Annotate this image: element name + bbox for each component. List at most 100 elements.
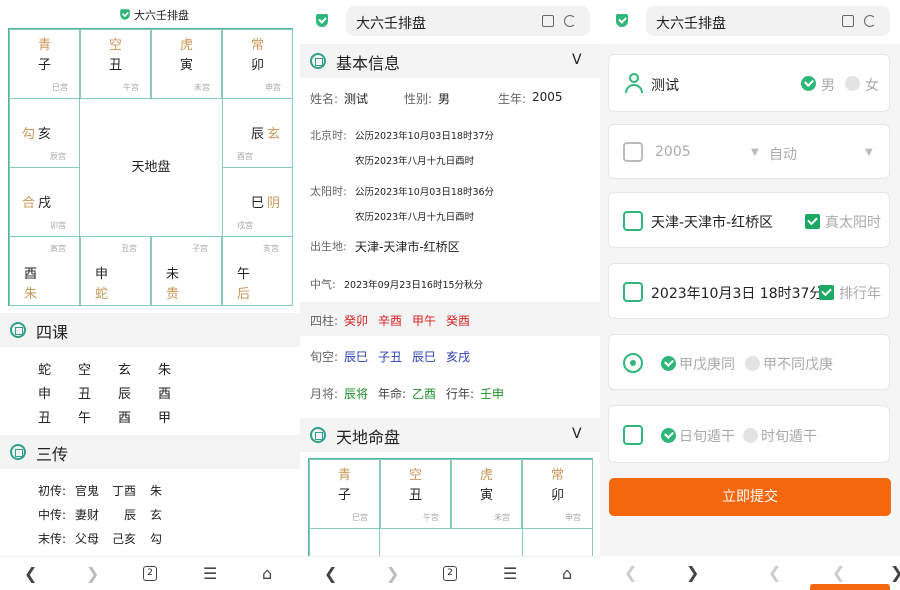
- name-input[interactable]: 测试: [651, 75, 679, 95]
- back-icon[interactable]: ❮: [624, 563, 637, 582]
- menu-icon[interactable]: ☰: [203, 564, 217, 583]
- sizhu-row: 四柱: 癸卯 辛酉 甲午 癸酉: [300, 302, 600, 336]
- sizhu-day: 甲午: [412, 314, 437, 328]
- bookmark-add-icon[interactable]: [842, 15, 854, 27]
- sike-cell: 甲: [158, 411, 172, 426]
- god-label: 虎: [179, 38, 193, 53]
- palace-label: 卯宫: [50, 221, 66, 230]
- forward-icon[interactable]: ❯: [890, 563, 900, 582]
- palace-label: 子宫: [192, 244, 208, 253]
- pane-input-form: 大六壬排盘 测试 男 女 2005 ▼ 自动 ▼ 天津-天津市-红桥区 真太阳时…: [600, 0, 900, 590]
- option-hour-dungan-radio[interactable]: [743, 428, 758, 443]
- forward-icon[interactable]: ❯: [86, 564, 99, 583]
- xunkong-1: 辰巳: [344, 350, 369, 364]
- branch-label: 辰: [251, 127, 265, 142]
- xunkong-2: 子丑: [378, 350, 403, 364]
- back-icon[interactable]: ❮: [768, 563, 781, 582]
- sanchuan-label: 末传:: [38, 532, 67, 546]
- board-cell: 虎寅未宫: [451, 459, 522, 529]
- sike-cell: 午: [78, 411, 92, 426]
- sike-cell: 空: [78, 363, 92, 378]
- name-label: 姓名:: [310, 92, 339, 106]
- sizhu-label: 四柱:: [310, 314, 339, 328]
- pan-header[interactable]: 天地命盘 V: [300, 418, 600, 452]
- board-cell: 常卯申宫: [522, 459, 593, 529]
- nianming-label: 年命:: [378, 387, 407, 401]
- back-icon[interactable]: ❮: [24, 564, 37, 583]
- home-icon[interactable]: ⌂: [562, 564, 572, 583]
- god-label: 玄: [267, 127, 281, 142]
- shield-icon: [616, 14, 628, 27]
- god-label: 蛇: [94, 287, 108, 302]
- branch-label: 丑: [408, 488, 422, 503]
- pan-title: 天地命盘: [336, 428, 401, 447]
- palace-label: 未宫: [194, 83, 210, 92]
- true-sun-checkbox[interactable]: [805, 214, 820, 229]
- tabs-button[interactable]: 2: [443, 566, 457, 581]
- palace-label: 亥宫: [263, 244, 279, 253]
- board-cell: 空丑午宫: [80, 29, 151, 99]
- female-radio[interactable]: [845, 76, 860, 91]
- target-icon: [623, 353, 643, 373]
- bottom-nav: ❮ ❯ 2 ☰ ⌂: [0, 556, 300, 590]
- option-card-1: 甲戊庚同 甲不同戊庚: [608, 334, 890, 390]
- name-value: 测试: [344, 92, 369, 106]
- place-input[interactable]: 天津-天津市-红桥区: [651, 212, 773, 232]
- palace-label: 巳宫: [352, 513, 368, 522]
- sizhu-hour: 癸酉: [446, 314, 471, 328]
- collapse-chevron-icon[interactable]: V: [572, 426, 582, 442]
- home-icon[interactable]: ⌂: [262, 564, 272, 583]
- sanchuan-header: 三传: [0, 435, 300, 469]
- palace-label: 戌宫: [237, 221, 253, 230]
- sike-cell: 蛇: [38, 363, 52, 378]
- row-year-checkbox[interactable]: [819, 285, 834, 300]
- submit-button[interactable]: 立即提交: [609, 478, 891, 516]
- option-jiawu-diff-radio[interactable]: [745, 356, 760, 371]
- option-jiawu-same-radio[interactable]: [661, 356, 676, 371]
- god-label: 常: [250, 38, 264, 53]
- basic-info-header[interactable]: 基本信息 V: [300, 44, 600, 78]
- god-label: 虎: [479, 468, 493, 483]
- forward-icon[interactable]: ❯: [686, 563, 699, 582]
- chevron-down-icon[interactable]: ▼: [751, 147, 759, 158]
- collapse-chevron-icon[interactable]: V: [572, 52, 582, 68]
- bagua-icon: [310, 53, 326, 69]
- sike-cell: 酉: [118, 411, 132, 426]
- option-day-dungan-radio[interactable]: [661, 428, 676, 443]
- sike-cell: 丑: [38, 411, 52, 426]
- bagua-icon: [10, 444, 26, 460]
- tabs-button[interactable]: 2: [143, 566, 157, 581]
- refresh-icon[interactable]: [864, 15, 876, 27]
- forward-icon[interactable]: ❯: [386, 564, 399, 583]
- address-bar[interactable]: 大六壬排盘: [346, 6, 590, 36]
- god-label: 勾: [22, 127, 36, 142]
- mode-select[interactable]: 自动: [769, 144, 797, 164]
- board-cell: 虎寅未宫: [151, 29, 222, 99]
- menu-icon[interactable]: ☰: [503, 564, 517, 583]
- branch-label: 卯: [550, 488, 564, 503]
- top-title-bar: 大六壬排盘: [0, 0, 300, 28]
- bookmark-add-icon[interactable]: [542, 15, 554, 27]
- name-card: 测试 男 女: [608, 54, 890, 112]
- chevron-down-icon[interactable]: ▼: [865, 147, 873, 158]
- male-radio[interactable]: [801, 76, 816, 91]
- back-icon[interactable]: ❮: [832, 563, 845, 582]
- birthplace-value: 天津-天津市-红桥区: [355, 240, 460, 254]
- bagua-icon: [310, 427, 326, 443]
- back-icon[interactable]: ❮: [324, 564, 337, 583]
- branch-label: 子: [37, 58, 51, 73]
- datetime-input[interactable]: 2023年10月3日 18时37分: [651, 283, 823, 303]
- year-select[interactable]: 2005: [655, 144, 691, 160]
- zhongqi-label: 中气:: [310, 278, 336, 291]
- sike-cell: 玄: [118, 363, 132, 378]
- sanchuan-rel: 父母: [75, 532, 100, 546]
- god-label: 合: [22, 196, 36, 211]
- god-label: 空: [408, 468, 422, 483]
- sex-label: 性别:: [404, 92, 433, 106]
- address-bar[interactable]: 大六壬排盘: [646, 6, 890, 36]
- refresh-icon[interactable]: [564, 15, 576, 27]
- sike-cell: 酉: [158, 387, 172, 402]
- option-jiawu-diff-label: 甲不同戊庚: [763, 357, 833, 373]
- sike-title: 四课: [36, 323, 69, 342]
- xingnian-label: 行年:: [446, 387, 475, 401]
